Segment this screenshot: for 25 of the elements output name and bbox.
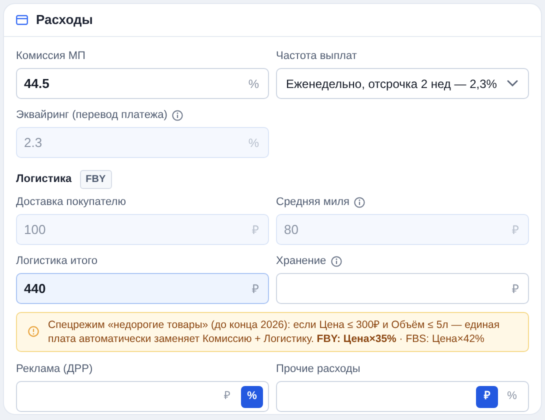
badge: FBY: [80, 170, 112, 189]
input-field[interactable]: ₽ %: [276, 381, 529, 412]
select-field[interactable]: Еженедельно, отсрочка 2 нед — 2,3%: [276, 68, 529, 99]
input-field[interactable]: ₽: [276, 273, 529, 304]
input-field[interactable]: ₽ %: [16, 381, 269, 412]
field-label: Эквайринг (перевод платежа): [16, 108, 168, 123]
field-label: Хранение: [276, 254, 326, 269]
chevron-down-icon: [507, 80, 518, 87]
unit-toggle[interactable]: ₽: [216, 386, 238, 408]
field-label: Комиссия МП: [16, 48, 86, 64]
field-label: Средняя миля: [276, 194, 350, 210]
notice-text: Спецрежим «недорогие товары» (до конца 2026): если Цена ≤ 300₽ и Объём ≤ 5л — единая плата автоматически заменяет Комиссию + Логистику. FBY: Цена×35% · FBS: Цена×42%: [48, 318, 501, 346]
unit-toggle[interactable]: ₽: [476, 386, 498, 408]
field-label: Доставка покупателю: [16, 194, 126, 210]
input-field[interactable]: 440 ₽: [16, 273, 269, 304]
field-label: Реклама (ДРР): [16, 362, 93, 377]
field-label: Прочие расходы: [276, 362, 360, 377]
card-icon: [16, 15, 28, 25]
unit-toggle[interactable]: %: [501, 386, 523, 408]
card-title: Расходы: [36, 11, 93, 30]
field-label: Логистика итого: [16, 254, 98, 269]
unit-toggle[interactable]: %: [241, 386, 263, 408]
field-label: Частота выплат: [276, 48, 357, 64]
input-field[interactable]: 44.5 %: [16, 68, 269, 99]
section-title: Логистика: [16, 172, 72, 188]
